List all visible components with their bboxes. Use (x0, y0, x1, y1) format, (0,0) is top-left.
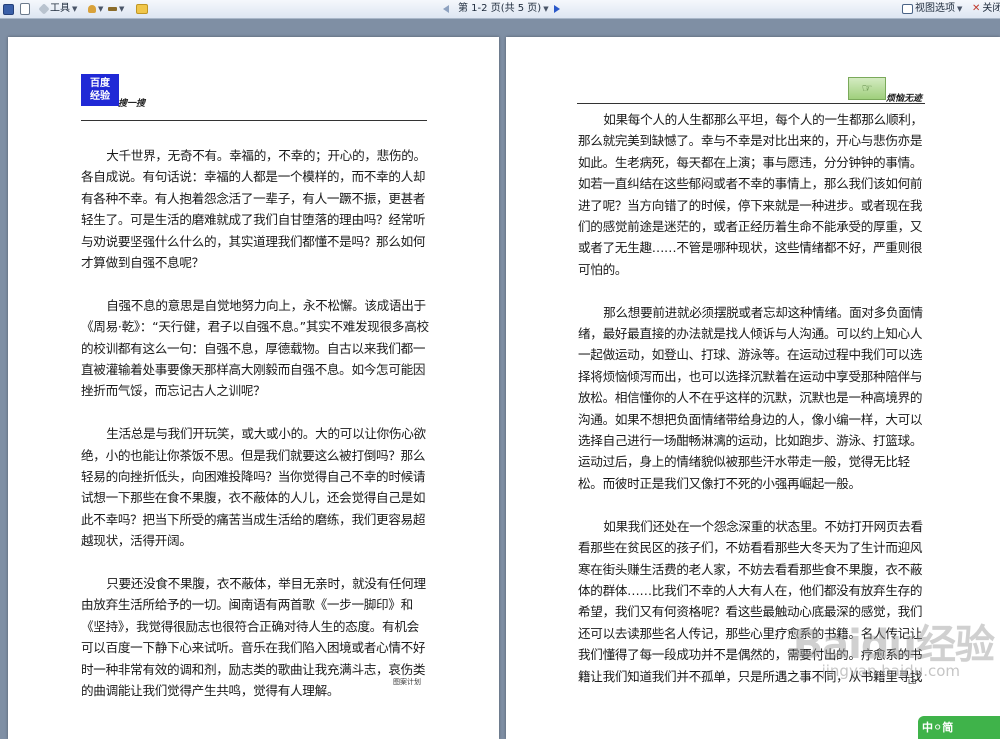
print-preview-button[interactable] (20, 1, 30, 17)
toolbar: 工具 ▼ ▼ ▼ 第 1-2 页(共 5 页) ▼ 视图选项 ▼ ✕ 关闭 (0, 0, 1000, 19)
paragraph: 那么想要前进就必须摆脱或者忘却这种情绪。面对多负面情绪，最好最直接的办法就是找人… (578, 304, 923, 491)
view-options-menu[interactable]: 视图选项 ▼ (902, 1, 962, 17)
pen-button[interactable]: ▼ (108, 1, 124, 17)
chevron-down-icon: ▼ (72, 5, 78, 13)
watermark-url: jingyan.baidu.com (821, 662, 960, 680)
paragraph: 只要还没食不果腹，衣不蔽体，举目无亲时，就没有任何理由放弃生活所给予的一切。闽南… (81, 576, 426, 699)
open-folder-button[interactable] (136, 1, 148, 17)
chevron-down-icon: ▼ (957, 5, 963, 13)
arrow-right-icon (554, 5, 560, 13)
view-options-label: 视图选项 (915, 3, 955, 14)
pointing-hand-icon: ☞ (848, 77, 886, 100)
logo-text-line2: 经验 (90, 91, 110, 102)
page-indicator[interactable]: 第 1-2 页(共 5 页) ▼ (458, 1, 549, 17)
close-button[interactable]: ✕ 关闭 (972, 1, 1000, 17)
pen-icon (108, 7, 117, 11)
left-page-footer: 图案计划 (393, 678, 421, 686)
baidu-logo: 百度 经验 (81, 74, 119, 106)
close-icon: ✕ (972, 3, 981, 14)
paragraph: 生活总是与我们开玩笑，或大或小的。大的可以让你伤心欲绝，小的也能让你茶饭不思。但… (81, 426, 426, 549)
left-header-tag: 搜一搜 (118, 99, 146, 109)
paragraph: 如果每个人的人生都那么平坦，每个人的一生都那么顺利，那么就完美到缺憾了。幸与不幸… (578, 112, 923, 277)
left-body-text: 大千世界，无奇不有。幸福的，不幸的；开心的，悲伤的。各自成说。有句话说：幸福的人… (81, 145, 431, 723)
tools-menu[interactable]: 工具 ▼ (38, 1, 78, 17)
view-options-icon (902, 4, 913, 14)
right-header-divider (577, 103, 925, 104)
chevron-down-icon: ▼ (98, 5, 104, 13)
arrow-left-icon (443, 5, 449, 13)
folder-icon (136, 4, 148, 14)
save-icon (3, 3, 14, 15)
page-indicator-text: 第 1-2 页(共 5 页) (458, 3, 542, 14)
next-page-button[interactable] (554, 1, 560, 17)
highlight-button[interactable]: ▼ (88, 1, 103, 17)
input-method-badge[interactable]: 中⚪简 (918, 716, 1000, 739)
close-label: 关闭 (982, 3, 1000, 14)
tools-label: 工具 (50, 3, 70, 14)
save-button[interactable] (3, 1, 14, 17)
previous-page-button[interactable] (443, 1, 449, 17)
chevron-down-icon: ▼ (543, 5, 549, 13)
logo-text-line1: 百度 (90, 78, 110, 89)
tools-icon (38, 3, 50, 15)
chevron-down-icon: ▼ (119, 5, 125, 13)
paragraph: 自强不息的意思是自觉地努力向上，永不松懈。该成语出于《周易·乾》：“天行健，君子… (81, 297, 429, 399)
paragraph: 大千世界，无奇不有。幸福的，不幸的；开心的，悲伤的。各自成说。有句话说：幸福的人… (81, 148, 426, 271)
print-preview-icon (20, 3, 30, 15)
left-header-divider (81, 120, 427, 121)
left-page: 百度 经验 搜一搜 大千世界，无奇不有。幸福的，不幸的；开心的，悲伤的。各自成说… (8, 37, 499, 739)
highlight-icon (88, 5, 96, 13)
